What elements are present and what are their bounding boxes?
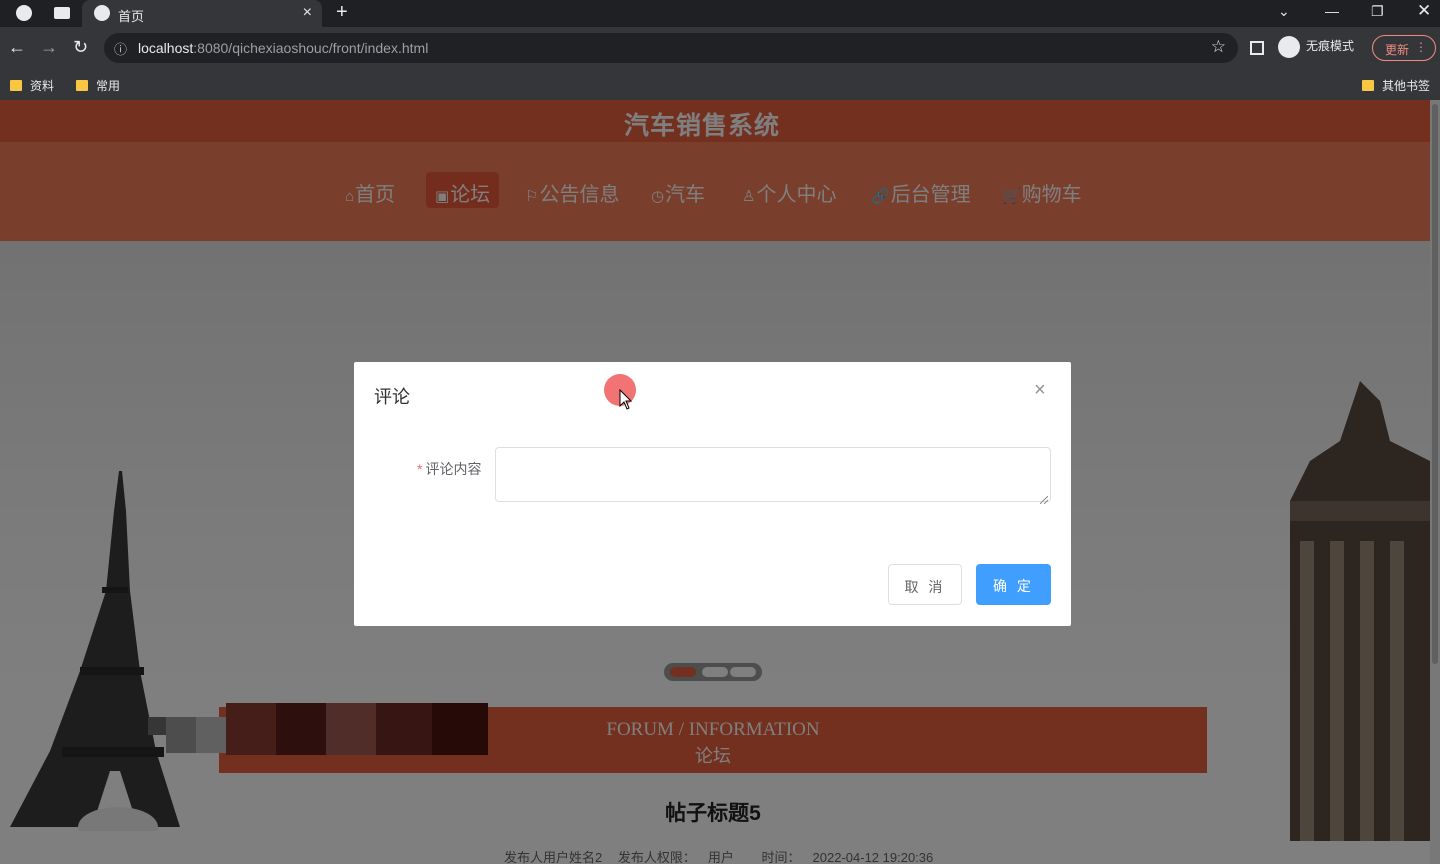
incognito-icon [1278,36,1300,58]
bookmark-label: 常用 [96,79,121,93]
globe-icon [94,5,110,21]
restore-icon[interactable]: ❐ [1371,3,1384,20]
comment-dialog: 评论 × * 评论内容 取 消 确 定 [354,362,1071,626]
update-label: 更新 [1385,43,1410,57]
comment-textarea[interactable] [495,447,1051,502]
comment-field-label: * 评论内容 [417,459,481,479]
reload-icon[interactable]: ↻ [73,37,88,58]
browser-toolbar: ← → ↻ ⓘ localhost:8080/qichexiaoshouc/fr… [0,27,1440,70]
bookmark-label: 其他书签 [1382,79,1431,93]
incognito-indicator[interactable]: 无痕模式 [1278,36,1354,60]
mouse-cursor-icon [619,389,633,410]
update-button[interactable]: 更新 ⋮ [1372,35,1436,61]
close-icon[interactable]: × [1034,379,1046,402]
minimize-icon[interactable]: — [1325,3,1339,19]
window-close-icon[interactable]: ✕ [1417,1,1431,21]
cancel-button[interactable]: 取 消 [888,564,962,605]
browser-logo-icon[interactable] [16,5,32,21]
side-panel-icon[interactable] [1250,41,1264,55]
tab-title: 首页 [118,9,145,24]
address-bar[interactable]: ⓘ localhost:8080/qichexiaoshouc/front/in… [104,33,1238,63]
menu-dots-icon: ⋮ [1415,40,1427,54]
bookmark-folder-other[interactable]: 其他书签 [1362,77,1430,94]
resize-grip-icon[interactable] [1039,491,1049,505]
bookmark-folder-changyong[interactable]: 常用 [76,77,120,94]
new-tab-icon[interactable]: + [336,1,348,24]
forward-icon[interactable]: → [40,37,58,58]
bookmarks-bar: 资料 常用 其他书签 [0,70,1440,100]
folder-icon [1362,80,1374,91]
folder-icon [76,80,88,91]
field-label-text: 评论内容 [425,461,482,477]
bookmark-label: 资料 [30,79,55,93]
bookmark-folder-ziliao[interactable]: 资料 [10,77,54,94]
dialog-title: 评论 [374,387,410,407]
tab-list-chevron-icon[interactable]: ⌄ [1278,3,1290,20]
browser-tabbar: 首页 × + ⌄ — ❐ ✕ [0,0,1440,27]
bookmark-star-icon[interactable]: ☆ [1211,37,1226,57]
tab-close-icon[interactable]: × [303,4,312,22]
folder-icon [10,80,22,91]
confirm-button[interactable]: 确 定 [976,564,1051,605]
tab-search-icon[interactable] [54,7,70,19]
back-icon[interactable]: ← [8,37,26,58]
url-text: localhost:8080/qichexiaoshouc/front/inde… [138,40,429,56]
incognito-label: 无痕模式 [1306,39,1355,54]
tab-home[interactable]: 首页 × [82,0,322,27]
required-mark: * [417,461,423,477]
site-info-icon[interactable]: ⓘ [114,39,127,58]
